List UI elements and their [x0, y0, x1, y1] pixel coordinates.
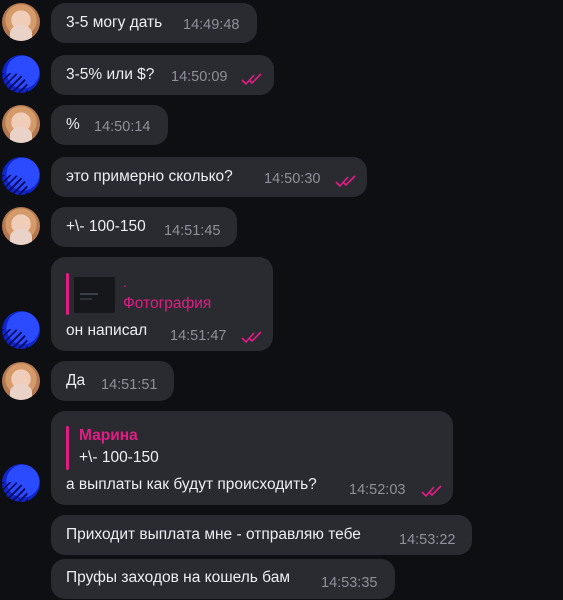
message-text: 3-5 могу дать: [66, 14, 163, 31]
message-bubble[interactable]: 3-5 могу дать 14:49:48: [51, 3, 257, 43]
avatar[interactable]: [2, 464, 40, 502]
message-time: 14:50:09: [171, 69, 228, 85]
message-bubble[interactable]: это примерно сколько? 14:50:30: [51, 157, 367, 197]
message-text: он написал: [66, 322, 148, 339]
message-bubble[interactable]: 3-5% или $? 14:50:09: [51, 55, 274, 95]
message-bubble[interactable]: % 14:50:14: [51, 105, 168, 145]
reply-sender: .: [123, 274, 127, 290]
read-checkmarks-icon: [335, 175, 357, 189]
message-time: 14:53:35: [321, 575, 378, 591]
message-bubble[interactable]: Марина +\- 100-150 а выплаты как будут п…: [51, 411, 453, 505]
avatar[interactable]: [2, 105, 40, 143]
message-text: Пруфы заходов на кошель бам: [66, 569, 290, 586]
quote-text: +\- 100-150: [79, 449, 159, 466]
message-text: а выплаты как будут происходить?: [66, 476, 317, 493]
reply-photo-label[interactable]: Фотография: [123, 295, 211, 313]
message-bubble[interactable]: Приходит выплата мне - отправляю тебе 14…: [51, 515, 472, 555]
quote-author[interactable]: Марина: [79, 427, 138, 445]
avatar[interactable]: [2, 3, 40, 41]
read-checkmarks-icon: [241, 331, 263, 345]
message-text: +\- 100-150: [66, 218, 146, 235]
message-text: %: [66, 116, 80, 133]
message-text: Приходит выплата мне - отправляю тебе: [66, 526, 361, 543]
read-checkmarks-icon: [421, 485, 443, 499]
message-time: 14:51:47: [170, 328, 227, 344]
message-time: 14:53:22: [399, 532, 456, 548]
avatar[interactable]: [2, 157, 40, 195]
message-time: 14:49:48: [183, 17, 240, 33]
avatar[interactable]: [2, 311, 40, 349]
message-bubble[interactable]: Да 14:51:51: [51, 361, 174, 401]
photo-thumbnail[interactable]: [74, 277, 115, 313]
message-text: это примерно сколько?: [66, 168, 233, 185]
message-time: 14:50:14: [94, 119, 151, 135]
reply-bar: [66, 273, 69, 315]
message-time: 14:51:51: [101, 377, 158, 393]
message-bubble[interactable]: Пруфы заходов на кошель бам 14:53:35: [51, 559, 395, 599]
chat-area: 3-5 могу дать 14:49:48 3-5% или $? 14:50…: [0, 0, 563, 600]
read-checkmarks-icon: [241, 73, 263, 87]
quote-bar: [66, 426, 69, 470]
message-text: Да: [66, 372, 86, 389]
avatar[interactable]: [2, 362, 40, 400]
avatar[interactable]: [2, 55, 40, 93]
message-time: 14:52:03: [349, 482, 406, 498]
message-time: 14:51:45: [164, 223, 221, 239]
message-time: 14:50:30: [264, 171, 321, 187]
avatar[interactable]: [2, 207, 40, 245]
message-bubble[interactable]: . Фотография он написал 14:51:47: [51, 257, 273, 351]
message-text: 3-5% или $?: [66, 66, 155, 83]
message-bubble[interactable]: +\- 100-150 14:51:45: [51, 207, 237, 247]
